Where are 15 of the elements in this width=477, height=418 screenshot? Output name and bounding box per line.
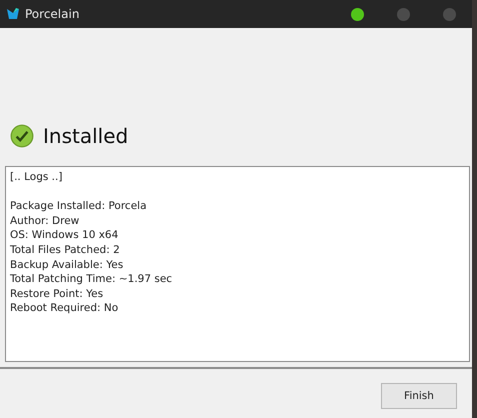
status-heading: Installed — [43, 124, 128, 148]
log-line: Total Patching Time: ~1.97 sec — [10, 272, 174, 287]
window-title: Porcelain — [25, 7, 80, 21]
tulip-icon — [6, 7, 20, 21]
log-header: [.. Logs ..] — [10, 170, 64, 185]
log-line: OS: Windows 10 x64 — [10, 228, 120, 243]
check-icon — [10, 124, 34, 148]
log-line: Author: Drew — [10, 214, 80, 228]
log-line: Restore Point: Yes — [10, 286, 104, 302]
log-line: Total Files Patched: 2 — [10, 242, 121, 258]
log-line: Package Installed: Porcela — [10, 199, 148, 214]
window-control[interactable] — [351, 8, 364, 20]
log-line: Reboot Required: No — [10, 301, 120, 316]
log-line: Backup Available: Yes — [10, 258, 124, 272]
finish-button[interactable]: Finish — [381, 382, 457, 408]
